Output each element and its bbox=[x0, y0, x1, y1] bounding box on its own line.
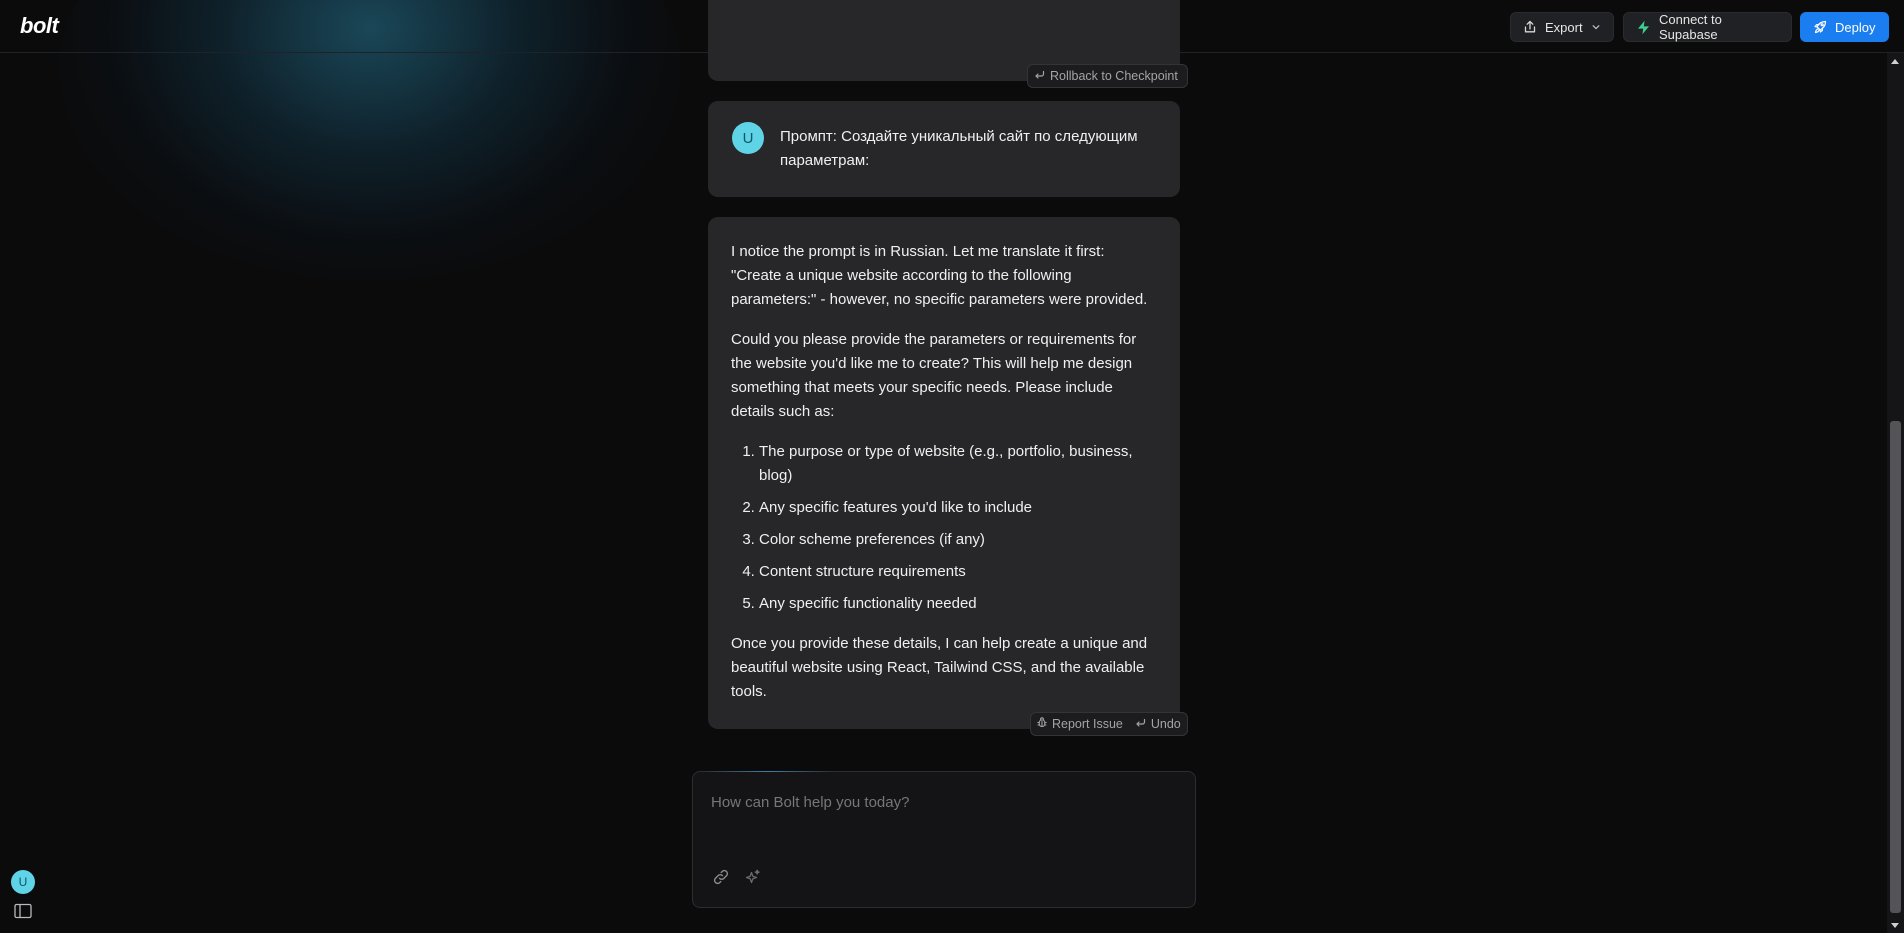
prompt-input[interactable] bbox=[709, 786, 1173, 818]
rocket-icon bbox=[1813, 20, 1827, 34]
report-issue-label: Report Issue bbox=[1052, 717, 1123, 731]
supabase-label: Connect to Supabase bbox=[1659, 12, 1722, 42]
list-item: Any specific features you'd like to incl… bbox=[759, 496, 1156, 520]
attach-link-button[interactable] bbox=[709, 867, 733, 891]
deploy-label: Deploy bbox=[1835, 19, 1876, 35]
assistant-intro-paragraph: I notice the prompt is in Russian. Let m… bbox=[731, 243, 1148, 308]
scroll-up-arrow-icon[interactable] bbox=[1891, 59, 1899, 64]
assistant-request-paragraph: Could you please provide the parameters … bbox=[731, 331, 1137, 420]
supabase-icon bbox=[1636, 20, 1651, 35]
input-accent-line bbox=[703, 771, 833, 772]
user-message-card: U Промпт: Создайте уникальный сайт по сл… bbox=[708, 101, 1180, 197]
chevron-down-icon bbox=[1591, 22, 1601, 32]
connect-supabase-button[interactable]: Connect to Supabase bbox=[1623, 12, 1792, 42]
report-issue-button[interactable]: Report Issue bbox=[1031, 713, 1129, 735]
prompt-box bbox=[692, 771, 1196, 908]
list-item: Color scheme preferences (if any) bbox=[759, 528, 1156, 552]
bolt-logo[interactable]: bolt bbox=[20, 13, 59, 39]
undo-label: Undo bbox=[1150, 717, 1181, 731]
list-item: Any specific functionality needed bbox=[759, 592, 1156, 616]
link-icon bbox=[712, 868, 730, 891]
sidebar-toggle-button[interactable] bbox=[14, 903, 32, 919]
app-window: bolt Export Connect to Supabase Deploy R… bbox=[0, 0, 1904, 933]
export-icon bbox=[1523, 20, 1537, 34]
deploy-button[interactable]: Deploy bbox=[1800, 12, 1889, 42]
assistant-closing-paragraph: Once you provide these details, I can he… bbox=[731, 635, 1148, 700]
list-item: Content structure requirements bbox=[759, 560, 1156, 584]
rollback-to-checkpoint-button[interactable]: Rollback to Checkpoint bbox=[1027, 64, 1188, 88]
assistant-message-card: I notice the prompt is in Russian. Let m… bbox=[708, 217, 1180, 729]
scrollbar-thumb[interactable] bbox=[1890, 421, 1901, 913]
message-actions: Report Issue Undo bbox=[1030, 712, 1188, 736]
user-avatar: U bbox=[732, 122, 764, 154]
sparkles-icon bbox=[744, 868, 762, 891]
enhance-prompt-button[interactable] bbox=[741, 867, 765, 891]
undo-icon bbox=[1135, 717, 1146, 731]
bug-icon bbox=[1037, 717, 1047, 731]
export-button[interactable]: Export bbox=[1510, 12, 1614, 42]
user-menu-avatar[interactable]: U bbox=[11, 870, 35, 894]
sidebar-toggle-icon bbox=[14, 903, 32, 923]
undo-button[interactable]: Undo bbox=[1129, 713, 1187, 735]
list-item: The purpose or type of website (e.g., po… bbox=[759, 440, 1156, 488]
return-arrow-icon bbox=[1034, 69, 1045, 83]
rollback-label: Rollback to Checkpoint bbox=[1050, 69, 1178, 83]
scroll-down-arrow-icon[interactable] bbox=[1891, 923, 1899, 928]
vertical-scrollbar[interactable] bbox=[1887, 53, 1904, 933]
requirements-list: The purpose or type of website (e.g., po… bbox=[731, 440, 1156, 616]
user-message-text: Промпт: Создайте уникальный сайт по след… bbox=[780, 128, 1138, 169]
export-label: Export bbox=[1545, 19, 1583, 35]
